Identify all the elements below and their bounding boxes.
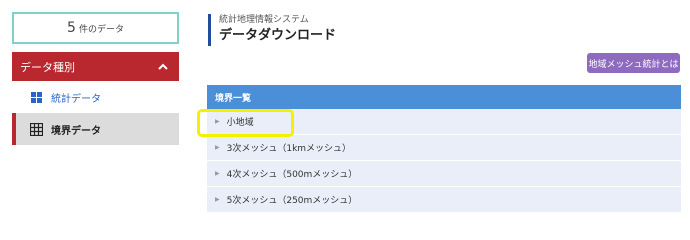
category-item-label: 境界データ <box>51 125 101 137</box>
data-count-box: 5 件のデータ <box>12 12 179 44</box>
data-category-header[interactable]: データ種別 <box>12 52 179 81</box>
data-category-panel: データ種別 統計データ 境界データ <box>12 52 179 145</box>
category-item-label: 統計データ <box>51 93 101 105</box>
data-category-title: データ種別 <box>20 60 75 74</box>
page-title: データダウンロード <box>219 28 337 43</box>
triangle-right-icon: ▶ <box>215 196 220 203</box>
boundary-row-3rd-mesh[interactable]: ▶ 3次メッシュ（1kmメッシュ） <box>207 135 681 161</box>
page-subtitle: 統計地理情報システム <box>219 15 309 25</box>
page-title-block: 統計地理情報システム データダウンロード <box>208 14 336 46</box>
category-item-boundary[interactable]: 境界データ <box>12 113 179 145</box>
boundary-list-header: 境界一覧 <box>207 85 681 109</box>
boundary-row-label: 4次メッシュ（500mメッシュ） <box>226 170 358 180</box>
triangle-right-icon: ▶ <box>215 118 220 125</box>
boundary-row-label: 小地域 <box>226 118 254 128</box>
triangle-right-icon: ▶ <box>215 144 220 151</box>
triangle-right-icon: ▶ <box>215 170 220 177</box>
grid-icon <box>30 122 43 136</box>
data-count-unit: 件のデータ <box>78 24 124 35</box>
chevron-up-icon <box>158 63 168 70</box>
mesh-statistics-info-button[interactable]: 地域メッシュ統計とは <box>587 53 680 73</box>
boundary-row-label: 5次メッシュ（250mメッシュ） <box>226 196 358 206</box>
data-count-number: 5 <box>67 20 76 36</box>
boundary-row-4th-mesh[interactable]: ▶ 4次メッシュ（500mメッシュ） <box>207 161 681 187</box>
boundary-row-5th-mesh[interactable]: ▶ 5次メッシュ（250mメッシュ） <box>207 187 681 213</box>
category-item-statistics[interactable]: 統計データ <box>12 81 179 113</box>
boundary-row-label: 3次メッシュ（1kmメッシュ） <box>226 144 352 154</box>
boundary-row-small-area[interactable]: ▶ 小地域 <box>207 109 681 135</box>
boundary-list: 境界一覧 ▶ 小地域 ▶ 3次メッシュ（1kmメッシュ） ▶ 4次メッシュ（50… <box>207 85 681 213</box>
statistics-icon <box>31 91 42 103</box>
